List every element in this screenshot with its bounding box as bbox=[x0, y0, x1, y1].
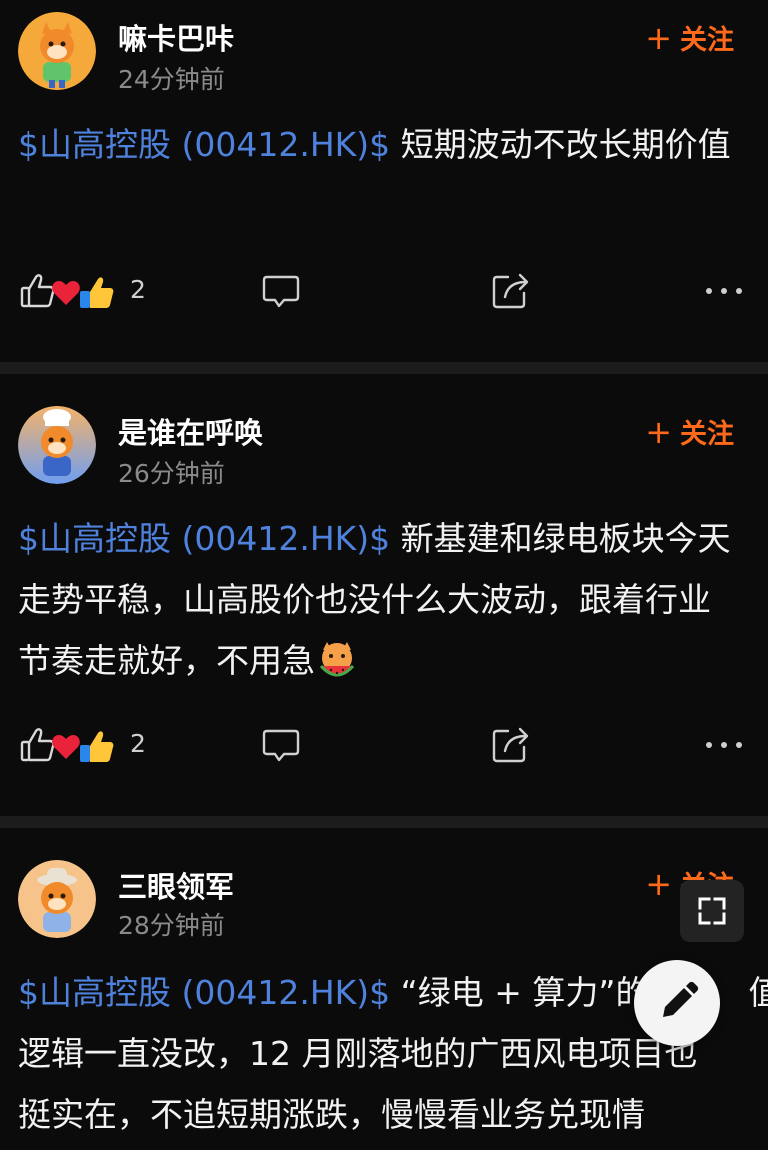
compose-post-button[interactable] bbox=[634, 960, 720, 1046]
more-options-button[interactable] bbox=[704, 279, 744, 303]
avatar[interactable] bbox=[18, 860, 96, 938]
plus-icon: + bbox=[645, 412, 672, 451]
post-timestamp: 28分钟前 bbox=[118, 911, 225, 940]
fullscreen-icon bbox=[698, 897, 726, 925]
heart-icon bbox=[52, 735, 80, 759]
comment-icon bbox=[262, 729, 300, 762]
follow-label: 关注 bbox=[680, 25, 734, 56]
post-content[interactable]: $山高控股 (00412.HK)$ 新基建和绿电板块今天走势平稳，山高股价也没什… bbox=[18, 508, 738, 691]
stock-ticker-link[interactable]: $山高控股 (00412.HK)$ bbox=[18, 973, 390, 1012]
follow-button[interactable]: + 关注 bbox=[645, 18, 734, 57]
reactions[interactable] bbox=[20, 271, 116, 311]
post-timestamp: 26分钟前 bbox=[118, 459, 225, 488]
more-icon bbox=[706, 742, 742, 748]
post-content[interactable]: $山高控股 (00412.HK)$ 短期波动不改长期价值 bbox=[18, 114, 738, 175]
post-card[interactable]: 是谁在呼唤 26分钟前 + 关注 $山高控股 (00412.HK)$ 新基建和绿… bbox=[0, 374, 768, 816]
avatar[interactable] bbox=[18, 406, 96, 484]
avatar[interactable] bbox=[18, 12, 96, 90]
post-divider bbox=[0, 816, 768, 828]
post-card[interactable]: 嘛卡巴咔 24分钟前 + 关注 $山高控股 (00412.HK)$ 短期波动不改… bbox=[0, 0, 768, 362]
pencil-icon bbox=[663, 981, 699, 1017]
post-actions: 2 bbox=[0, 725, 768, 765]
share-icon bbox=[492, 727, 529, 763]
username[interactable]: 是谁在呼唤 bbox=[118, 410, 263, 452]
share-button[interactable] bbox=[492, 725, 530, 763]
stock-ticker-link[interactable]: $山高控股 (00412.HK)$ bbox=[18, 125, 390, 164]
follow-button[interactable]: + 关注 bbox=[645, 412, 734, 451]
comment-button[interactable] bbox=[262, 273, 300, 309]
thumbs-up-emoji-icon bbox=[80, 277, 114, 308]
thumbs-up-icon bbox=[20, 728, 55, 762]
plus-icon: + bbox=[645, 864, 672, 903]
more-icon bbox=[706, 288, 742, 294]
heart-icon bbox=[52, 281, 80, 305]
stock-ticker-link[interactable]: $山高控股 (00412.HK)$ bbox=[18, 519, 390, 558]
follow-label: 关注 bbox=[680, 419, 734, 450]
comment-icon bbox=[262, 275, 300, 308]
post-text: “绿电 + 算力”的 bbox=[400, 973, 649, 1012]
username[interactable]: 嘛卡巴咔 bbox=[118, 16, 234, 58]
reaction-count: 2 bbox=[130, 729, 146, 758]
post-text: 值 bbox=[748, 973, 768, 1012]
reactions[interactable] bbox=[20, 725, 116, 765]
post-text-line: $山高控股 (00412.HK)$ “绿电 + 算力”的 值 bbox=[18, 962, 768, 1023]
share-icon bbox=[492, 273, 529, 309]
post-text: 短期波动不改长期价值 bbox=[390, 125, 731, 164]
post-divider bbox=[0, 362, 768, 374]
post-timestamp: 24分钟前 bbox=[118, 65, 225, 94]
fullscreen-button[interactable] bbox=[680, 880, 744, 942]
share-button[interactable] bbox=[492, 271, 530, 309]
more-options-button[interactable] bbox=[704, 733, 744, 757]
reaction-count: 2 bbox=[130, 275, 146, 304]
thumbs-up-icon bbox=[20, 274, 55, 308]
thumbs-up-emoji-icon bbox=[80, 731, 114, 762]
username[interactable]: 三眼领军 bbox=[118, 864, 234, 906]
post-actions: 2 bbox=[0, 271, 768, 311]
tiger-eating-watermelon-emoji-icon bbox=[319, 642, 355, 677]
plus-icon: + bbox=[645, 18, 672, 57]
comment-button[interactable] bbox=[262, 727, 300, 763]
post-text: 逻辑一直没改，12 月刚落地的广西风电项目也 bbox=[18, 1034, 698, 1073]
post-content[interactable]: $山高控股 (00412.HK)$ “绿电 + 算力”的 值 逻辑一直没改，12 … bbox=[18, 962, 768, 1145]
post-text: 挺实在，不追短期涨跌，慢慢看业务兑现情 bbox=[18, 1095, 645, 1134]
